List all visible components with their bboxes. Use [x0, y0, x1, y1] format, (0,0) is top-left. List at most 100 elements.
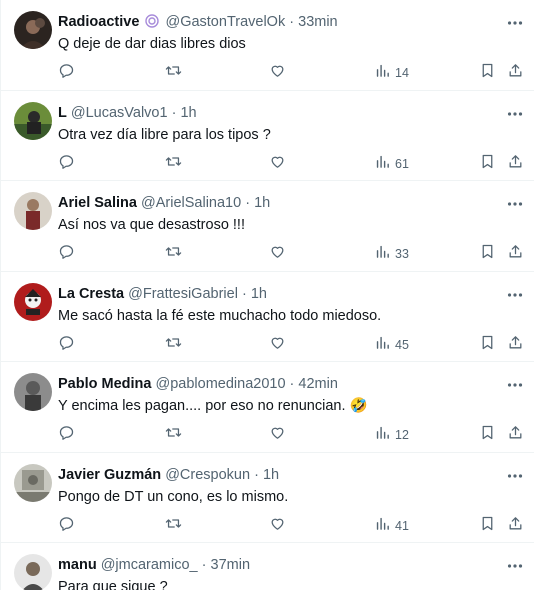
handle[interactable]: @FrattesiGabriel — [128, 286, 238, 302]
display-name[interactable]: Ariel Salina — [58, 195, 137, 211]
display-name[interactable]: L — [58, 105, 67, 121]
timestamp[interactable]: 42min — [298, 376, 338, 392]
like-icon — [269, 243, 286, 265]
avatar[interactable] — [14, 554, 52, 590]
bookmark-button[interactable] — [479, 153, 496, 175]
timestamp[interactable]: 1h — [263, 467, 279, 483]
avatar[interactable] — [14, 192, 52, 230]
share-icon — [507, 243, 524, 265]
views-count: 14 — [395, 66, 409, 80]
handle[interactable]: @ArielSalina10 — [141, 195, 241, 211]
tweet[interactable]: La Cresta @FrattesiGabriel · 1h Me sacó … — [1, 272, 534, 362]
views-icon — [374, 243, 391, 265]
avatar[interactable] — [14, 11, 52, 49]
share-button[interactable] — [507, 515, 524, 537]
reply-button[interactable] — [58, 153, 75, 175]
handle[interactable]: @LucasValvo1 — [71, 105, 168, 121]
like-icon — [269, 153, 286, 175]
bookmark-icon — [479, 515, 496, 537]
share-button[interactable] — [507, 153, 524, 175]
avatar[interactable] — [14, 464, 52, 502]
avatar[interactable] — [14, 373, 52, 411]
separator: · — [254, 467, 259, 483]
handle[interactable]: @GastonTravelOk — [165, 14, 285, 30]
like-button[interactable] — [269, 243, 286, 265]
bookmark-button[interactable] — [479, 334, 496, 356]
reply-button[interactable] — [58, 424, 75, 446]
tweet[interactable]: L @LucasValvo1 · 1h Otra vez día libre p… — [1, 91, 534, 181]
like-button[interactable] — [269, 153, 286, 175]
tweet[interactable]: Ariel Salina @ArielSalina10 · 1h Así nos… — [1, 181, 534, 272]
avatar[interactable] — [14, 283, 52, 321]
retweet-icon — [165, 243, 182, 265]
reply-button[interactable] — [58, 243, 75, 265]
more-icon[interactable] — [506, 557, 524, 575]
tweet[interactable]: Radioactive @GastonTravelOk · 33min Q de… — [1, 0, 534, 91]
like-button[interactable] — [269, 62, 286, 84]
display-name[interactable]: Pablo Medina — [58, 376, 151, 392]
share-button[interactable] — [507, 424, 524, 446]
more-icon[interactable] — [506, 376, 524, 394]
bookmark-icon — [479, 62, 496, 84]
views-button[interactable]: 33 — [374, 243, 409, 265]
retweet-button[interactable] — [165, 515, 182, 537]
timestamp[interactable]: 1h — [251, 286, 267, 302]
retweet-button[interactable] — [165, 153, 182, 175]
handle[interactable]: @Crespokun — [165, 467, 250, 483]
tweet-header: Radioactive @GastonTravelOk · 33min — [58, 13, 338, 33]
bookmark-button[interactable] — [479, 424, 496, 446]
more-icon[interactable] — [506, 195, 524, 213]
retweet-button[interactable] — [165, 334, 182, 356]
retweet-button[interactable] — [165, 424, 182, 446]
more-icon[interactable] — [506, 467, 524, 485]
more-icon[interactable] — [506, 105, 524, 123]
like-button[interactable] — [269, 334, 286, 356]
views-button[interactable]: 41 — [374, 515, 409, 537]
like-button[interactable] — [269, 515, 286, 537]
reply-icon — [58, 243, 75, 265]
display-name[interactable]: manu — [58, 557, 97, 573]
views-button[interactable]: 14 — [374, 62, 409, 84]
reply-button[interactable] — [58, 334, 75, 356]
timestamp[interactable]: 37min — [211, 557, 251, 573]
timestamp[interactable]: 33min — [298, 14, 338, 30]
avatar[interactable] — [14, 102, 52, 140]
display-name[interactable]: Javier Guzmán — [58, 467, 161, 483]
bookmark-button[interactable] — [479, 515, 496, 537]
views-count: 41 — [395, 519, 409, 533]
retweet-icon — [165, 62, 182, 84]
handle[interactable]: @pablomedina2010 — [156, 376, 286, 392]
separator: · — [289, 376, 295, 392]
like-button[interactable] — [269, 424, 286, 446]
retweet-icon — [165, 153, 182, 175]
handle[interactable]: @jmcaramico_ — [101, 557, 198, 573]
share-button[interactable] — [507, 243, 524, 265]
action-bar: 12 — [1, 424, 534, 446]
tweet-header: Pablo Medina @pablomedina2010 · 42min — [58, 375, 338, 393]
bookmark-button[interactable] — [479, 243, 496, 265]
share-button[interactable] — [507, 334, 524, 356]
views-button[interactable]: 12 — [374, 424, 409, 446]
share-icon — [507, 62, 524, 84]
retweet-icon — [165, 424, 182, 446]
retweet-button[interactable] — [165, 62, 182, 84]
more-icon[interactable] — [506, 286, 524, 304]
tweet[interactable]: Javier Guzmán @Crespokun · 1h Pongo de D… — [1, 453, 534, 543]
timestamp[interactable]: 1h — [254, 195, 270, 211]
tweet[interactable]: manu @jmcaramico_ · 37min Para que sigue… — [1, 543, 534, 590]
bookmark-button[interactable] — [479, 62, 496, 84]
reply-button[interactable] — [58, 515, 75, 537]
views-count: 12 — [395, 428, 409, 442]
tweet[interactable]: Pablo Medina @pablomedina2010 · 42min Y … — [1, 362, 534, 453]
views-button[interactable]: 61 — [374, 153, 409, 175]
separator: · — [171, 105, 177, 121]
views-button[interactable]: 45 — [374, 334, 409, 356]
retweet-button[interactable] — [165, 243, 182, 265]
reply-button[interactable] — [58, 62, 75, 84]
timestamp[interactable]: 1h — [180, 105, 196, 121]
display-name[interactable]: Radioactive — [58, 14, 139, 30]
views-icon — [374, 334, 391, 356]
more-icon[interactable] — [506, 14, 524, 32]
share-button[interactable] — [507, 62, 524, 84]
display-name[interactable]: La Cresta — [58, 286, 124, 302]
